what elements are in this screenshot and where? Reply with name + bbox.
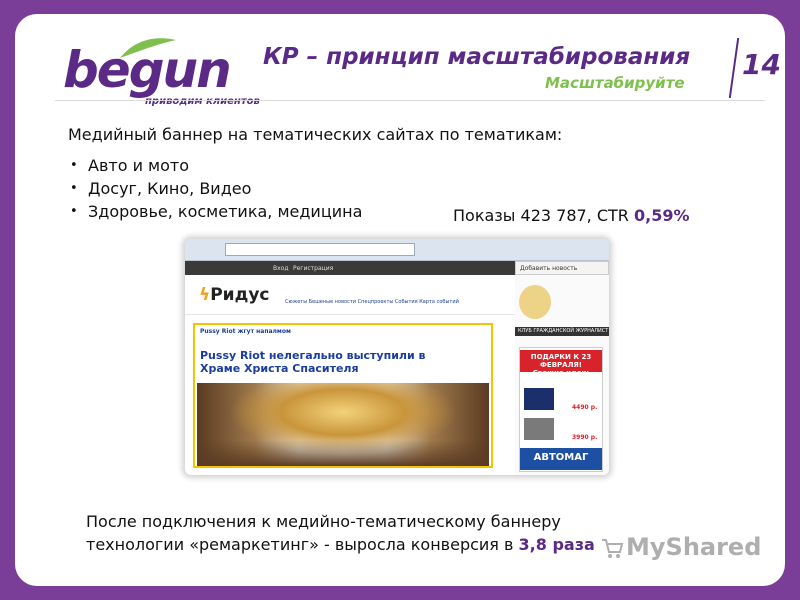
ad-headline: ПОДАРКИ К 23 ФЕВРАЛЯ! Свежие идеи: (520, 350, 602, 377)
slide-title: КР – принцип масштабирования (263, 44, 691, 70)
ad-price: 4490 р. (572, 404, 598, 411)
ad-subline: Свежие идеи: (532, 369, 590, 377)
logo-tagline: приводим клиентов (145, 96, 260, 107)
topic-list: Авто и мото Досуг, Кино, Видео Здоровье,… (68, 154, 362, 223)
logo-wordmark: begun (63, 41, 232, 99)
myshared-watermark: MyShared (596, 528, 786, 568)
begun-logo: begun приводим клиентов (63, 36, 263, 116)
site-header: ϟРидус Сюжеты Бешеные новости Спецпроект… (185, 275, 515, 315)
title-separator (728, 38, 740, 98)
browser-toolbar (185, 239, 609, 261)
site-topbar: Вход Регистрация (185, 261, 515, 275)
site-links: Сюжеты Бешеные новости Спецпроекты Событ… (285, 299, 459, 305)
site-logo: ϟРидус (199, 285, 270, 305)
sidebar-strip: КЛУБ ГРАЖДАНСКОЙ ЖУРНАЛИСТ (515, 327, 609, 336)
ad-brand: АВТОМАГ (520, 448, 602, 470)
slide-subtitle: Масштабируйте (545, 74, 685, 92)
lightning-icon: ϟ (199, 285, 211, 305)
promo-emblem (519, 285, 551, 319)
watermark-text: MyShared (626, 533, 762, 561)
ad-product-image (524, 418, 554, 440)
nav-login: Вход (273, 265, 289, 272)
add-news-tab: Добавить новость (515, 261, 609, 275)
article-kicker: Pussy Riot жгут напалмом (200, 328, 291, 335)
intro-text: Медийный баннер на тематических сайтах п… (68, 125, 563, 144)
slide: begun приводим клиентов КР – принцип мас… (15, 14, 785, 586)
topic-item: Авто и мото (68, 154, 362, 177)
stats-label: Показы 423 787, CTR (453, 206, 634, 225)
banner-ad: ПОДАРКИ К 23 ФЕВРАЛЯ! Свежие идеи: 4490 р… (519, 347, 603, 472)
conversion-value: 3,8 раза (518, 535, 595, 554)
ad-product-image (524, 388, 554, 410)
header-divider (55, 100, 765, 101)
article-title: Pussy Riot нелегально выступили в Храме … (200, 349, 426, 375)
ctr-value: 0,59% (634, 206, 690, 225)
nav-register: Регистрация (293, 265, 334, 272)
stats-line: Показы 423 787, CTR 0,59% (453, 206, 690, 225)
address-bar (225, 243, 415, 256)
website-screenshot: Вход Регистрация Добавить новость ϟРидус… (185, 239, 609, 475)
cart-icon (602, 539, 624, 558)
sidebar: КЛУБ ГРАЖДАНСКОЙ ЖУРНАЛИСТ ПОДАРКИ К 23 … (515, 275, 609, 475)
topic-item: Досуг, Кино, Видео (68, 177, 362, 200)
ad-price: 3990 р. (572, 434, 598, 441)
cathedral-photo (197, 383, 489, 466)
article-block: Pussy Riot жгут напалмом Pussy Riot неле… (193, 323, 493, 468)
topic-item: Здоровье, косметика, медицина (68, 200, 362, 223)
slide-number: 14 (742, 48, 781, 81)
